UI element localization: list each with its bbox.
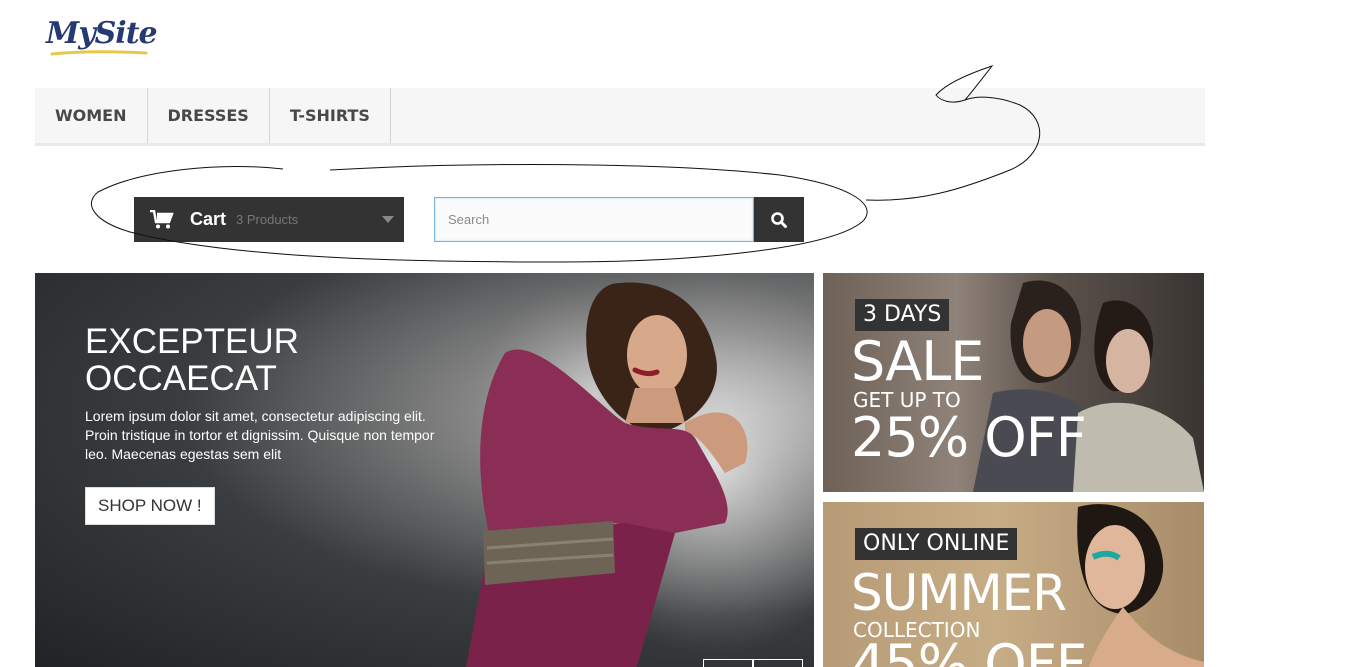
cart-button[interactable]: Cart 3 Products bbox=[134, 197, 404, 242]
promo-discount: 25% OFF bbox=[851, 406, 1087, 469]
main-nav: WOMEN DRESSES T-SHIRTS bbox=[35, 88, 1205, 146]
promo-headline: SUMMER bbox=[851, 564, 1067, 622]
slider-pager bbox=[703, 659, 803, 667]
promo-banner-summer[interactable]: ONLY ONLINE SUMMER COLLECTION 45% OFF bbox=[823, 502, 1204, 667]
shopping-cart-icon bbox=[150, 209, 174, 228]
nav-item-tshirts[interactable]: T-SHIRTS bbox=[270, 88, 391, 143]
logo-text: MySite bbox=[46, 16, 158, 51]
promo-headline: SALE bbox=[851, 330, 984, 393]
slider-prev-button[interactable] bbox=[703, 659, 753, 667]
hero-title-line2: OCCAECAT bbox=[85, 359, 277, 398]
slider-next-button[interactable] bbox=[753, 659, 803, 667]
hero-description: Lorem ipsum dolor sit amet, consectetur … bbox=[85, 408, 435, 462]
nav-item-women[interactable]: WOMEN bbox=[35, 88, 148, 143]
cart-label: Cart bbox=[190, 209, 227, 229]
search-button[interactable] bbox=[754, 197, 804, 242]
promo-banner-sale[interactable]: 3 DAYS SALE GET UP TO 25% OFF bbox=[823, 273, 1204, 492]
search-input[interactable] bbox=[434, 197, 754, 242]
search-icon bbox=[771, 211, 787, 228]
caret-down-icon bbox=[382, 216, 394, 223]
nav-item-dresses[interactable]: DRESSES bbox=[148, 88, 270, 143]
promo-discount: 45% OFF bbox=[851, 633, 1087, 667]
cart-product-count: 3 Products bbox=[236, 212, 299, 227]
promo-tag: ONLY ONLINE bbox=[855, 528, 1018, 560]
shop-now-button[interactable]: SHOP NOW ! bbox=[85, 487, 215, 525]
hero-title: EXCEPTEUR OCCAECAT bbox=[85, 323, 405, 397]
site-logo[interactable]: MySite bbox=[46, 14, 158, 60]
hero-title-line1: EXCEPTEUR bbox=[85, 322, 299, 361]
hero-slider: EXCEPTEUR OCCAECAT Lorem ipsum dolor sit… bbox=[35, 273, 814, 667]
logo-underline-icon bbox=[50, 50, 148, 56]
promo-tag: 3 DAYS bbox=[855, 299, 950, 331]
